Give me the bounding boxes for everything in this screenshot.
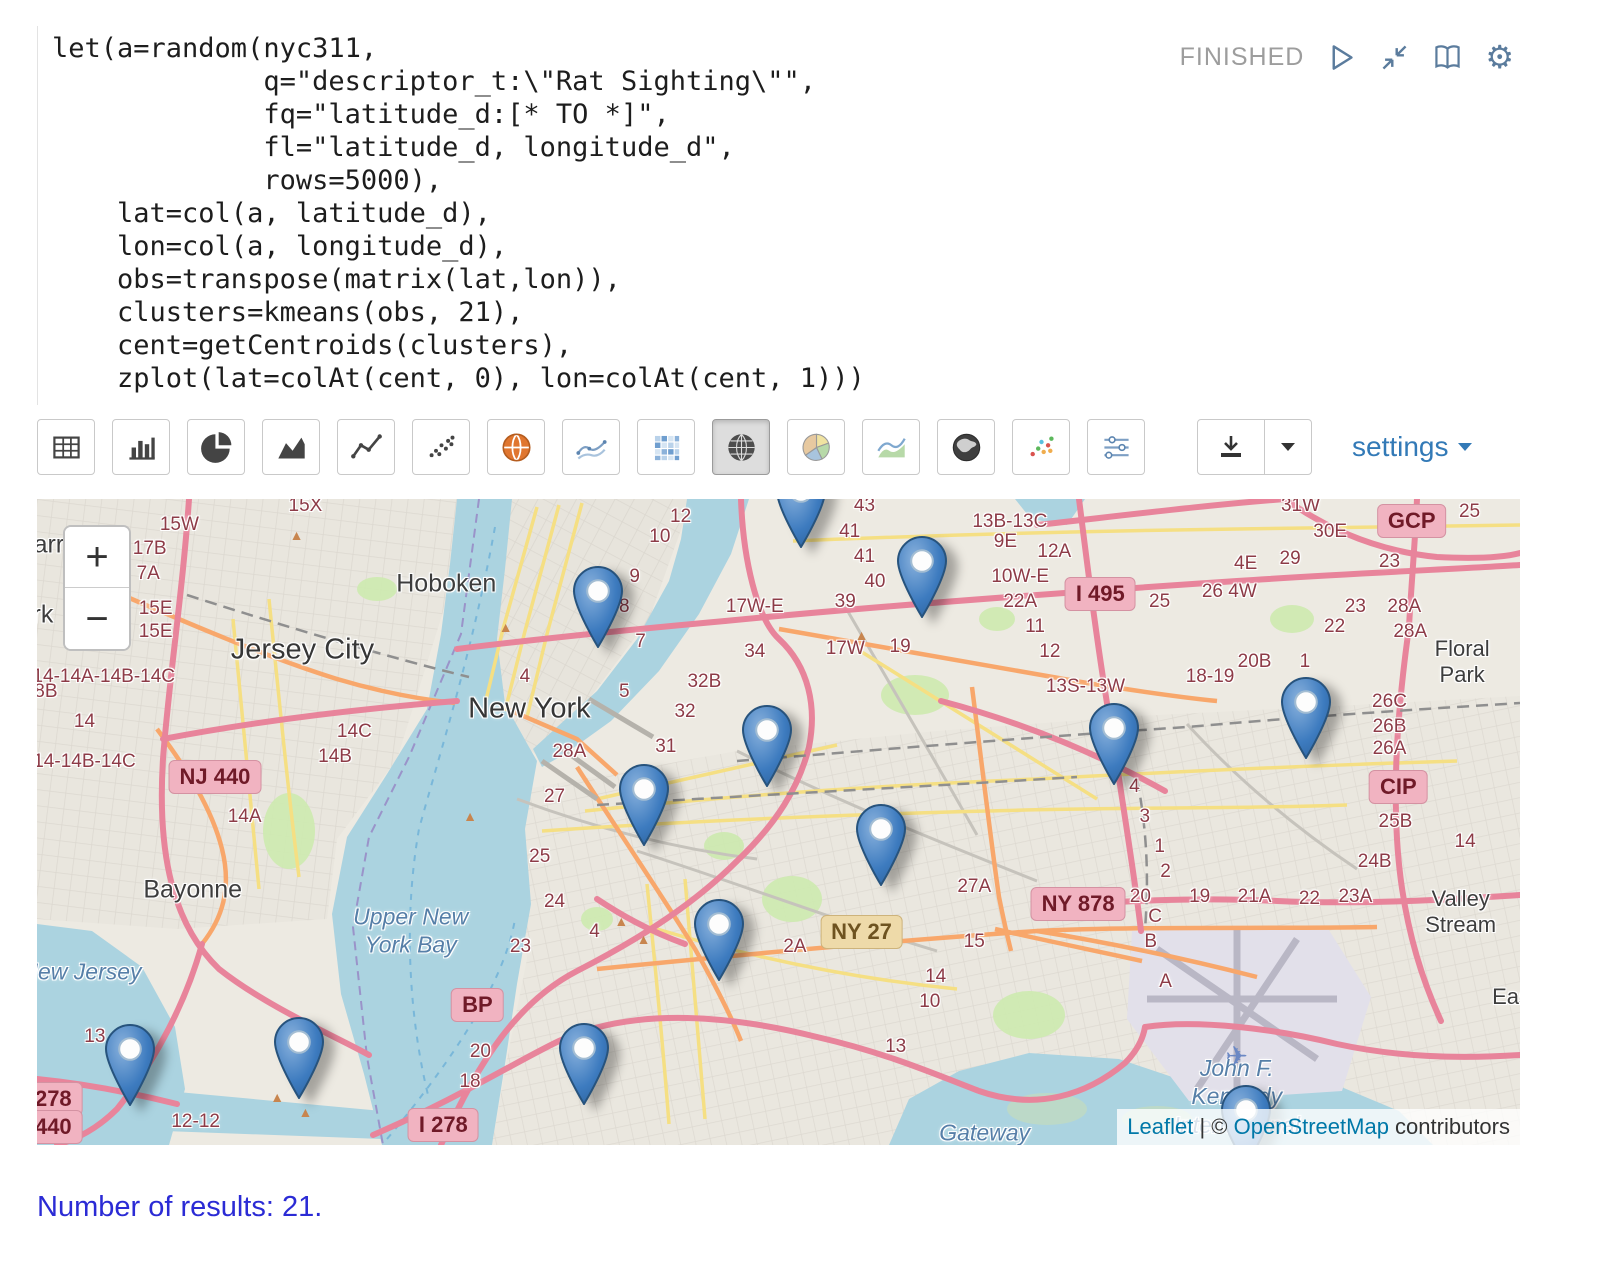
download-caret-button[interactable] <box>1264 419 1312 475</box>
attribution-separator: | <box>1193 1114 1211 1139</box>
code-editor-section: let(a=random(nyc311, q="descriptor_t:\"R… <box>37 26 1520 405</box>
copyright-symbol: © <box>1211 1114 1233 1139</box>
caret-down-icon <box>1281 443 1295 451</box>
map-marker[interactable] <box>274 1017 324 1099</box>
collapse-icon[interactable] <box>1379 42 1410 73</box>
notebook-paragraph: let(a=random(nyc311, q="descriptor_t:\"R… <box>37 0 1520 1224</box>
chart-type-buttons <box>37 419 1162 475</box>
globe-chart-button[interactable] <box>487 419 545 475</box>
bar-chart-button[interactable] <box>112 419 170 475</box>
openstreetmap-link[interactable]: OpenStreetMap <box>1234 1114 1389 1139</box>
heatmap-chart-button[interactable] <box>637 419 695 475</box>
sparkline-chart-button[interactable] <box>562 419 620 475</box>
caret-down-icon <box>1458 443 1472 451</box>
map-marker[interactable] <box>619 764 669 846</box>
map-marker[interactable] <box>105 1024 155 1106</box>
leaflet-map[interactable]: New YorkJersey CityHobokenBayonneFloral … <box>37 499 1520 1145</box>
pie-alt-chart-button[interactable] <box>787 419 845 475</box>
map-marker[interactable] <box>897 536 947 618</box>
book-icon[interactable] <box>1432 42 1463 73</box>
map-marker[interactable] <box>694 899 744 981</box>
status-badge: FINISHED <box>1180 43 1305 72</box>
map-view-button[interactable] <box>712 419 770 475</box>
pie-chart-button[interactable] <box>187 419 245 475</box>
area-alt-chart-button[interactable] <box>862 419 920 475</box>
scatter-chart-button[interactable] <box>412 419 470 475</box>
map-marker[interactable] <box>559 1023 609 1105</box>
download-button[interactable] <box>1197 419 1265 475</box>
map-marker[interactable] <box>856 804 906 886</box>
zoom-out-button[interactable]: − <box>65 588 129 649</box>
map-marker[interactable] <box>1281 677 1331 759</box>
map-marker[interactable] <box>573 566 623 648</box>
area-chart-button[interactable] <box>262 419 320 475</box>
download-group <box>1197 419 1312 475</box>
paragraph-controls: FINISHED ⚙ <box>1180 42 1514 73</box>
map-marker[interactable] <box>1089 703 1139 785</box>
scatter-color-chart-button[interactable] <box>1012 419 1070 475</box>
settings-label: settings <box>1352 431 1449 463</box>
settings-dropdown[interactable]: settings <box>1352 431 1472 463</box>
map-attribution: Leaflet | © OpenStreetMap contributors <box>1117 1109 1520 1145</box>
globe-alt-chart-button[interactable] <box>937 419 995 475</box>
result-count-text: Number of results: 21. <box>37 1191 1520 1224</box>
slider-settings-button[interactable] <box>1087 419 1145 475</box>
table-view-button[interactable] <box>37 419 95 475</box>
run-icon[interactable] <box>1326 42 1357 73</box>
leaflet-link[interactable]: Leaflet <box>1127 1114 1193 1139</box>
map-marker[interactable] <box>776 499 826 548</box>
map-canvas <box>37 499 1520 1145</box>
line-chart-button[interactable] <box>337 419 395 475</box>
zoom-in-button[interactable]: + <box>65 527 129 588</box>
contributors-text: contributors <box>1389 1114 1510 1139</box>
visualization-toolbar: settings <box>37 419 1520 475</box>
map-marker[interactable] <box>742 705 792 787</box>
gear-icon[interactable]: ⚙ <box>1485 42 1514 73</box>
zoom-control: + − <box>63 525 131 651</box>
code-editor[interactable]: let(a=random(nyc311, q="descriptor_t:\"R… <box>37 26 1520 405</box>
